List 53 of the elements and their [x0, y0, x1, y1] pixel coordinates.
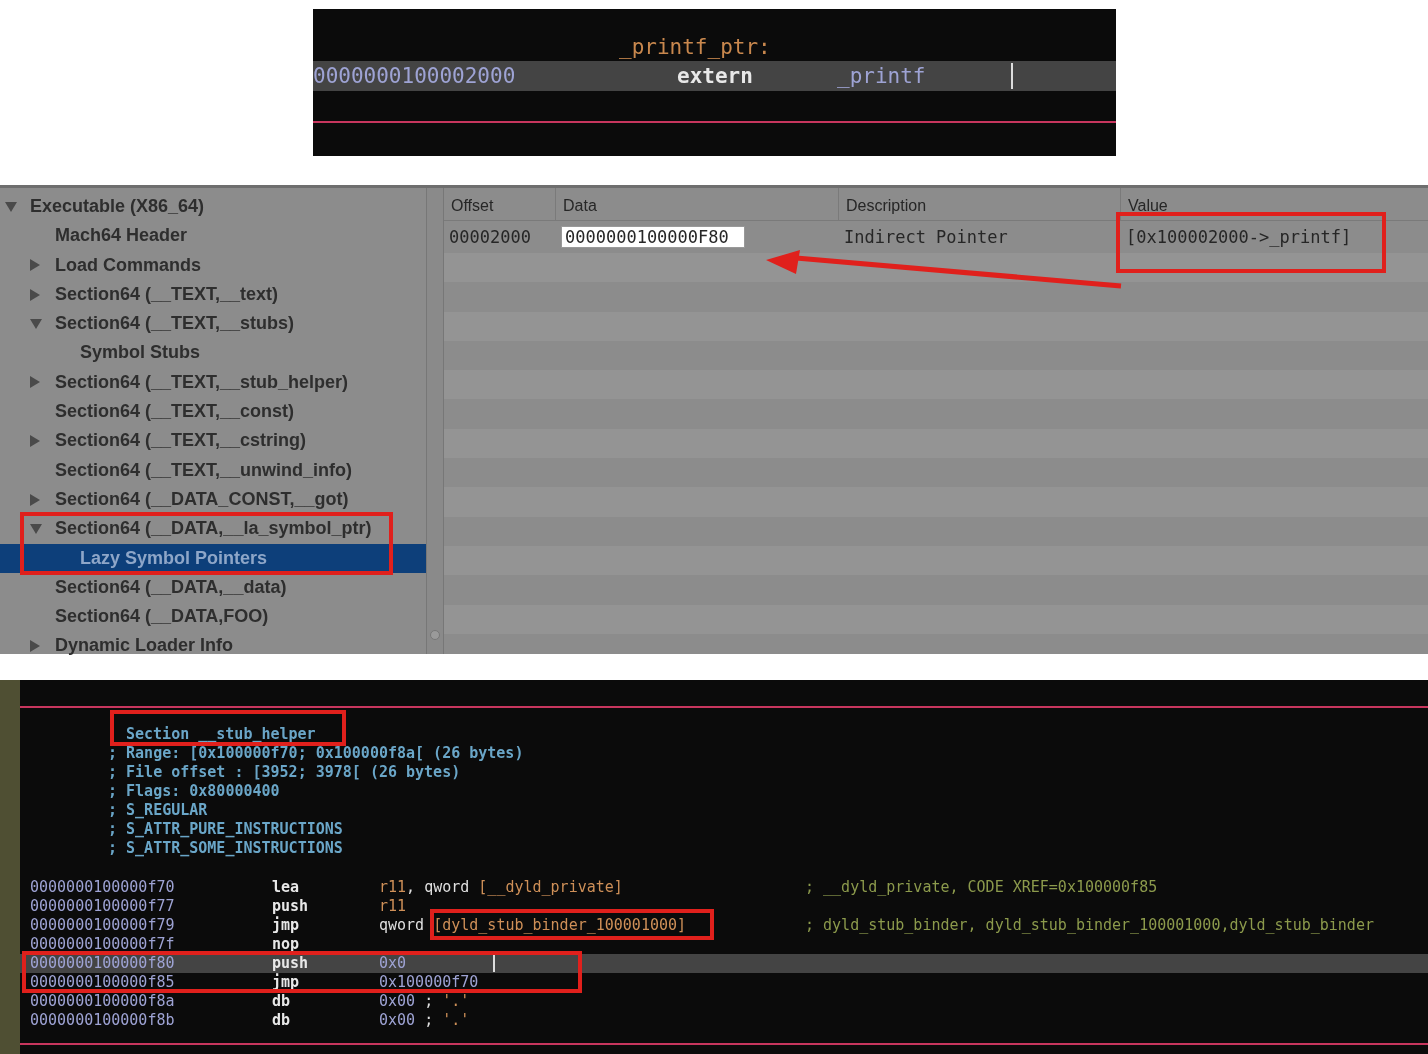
- tree-item[interactable]: Section64 (__TEXT,__unwind_info): [0, 455, 426, 485]
- section-comment: ; Range: [0x100000f70; 0x100000f8a[ (26 bytes): [108, 744, 524, 763]
- tree-item[interactable]: Dynamic Loader Info: [0, 631, 426, 661]
- tree-item[interactable]: Section64 (__DATA_CONST,__got): [0, 484, 426, 515]
- tree-item[interactable]: Symbol Stubs: [0, 338, 426, 368]
- table-cell: 00002000: [449, 227, 531, 247]
- text-cursor: [493, 955, 495, 972]
- section-comment: ; File offset : [3952; 3978[ (26 bytes): [108, 763, 461, 782]
- data-field[interactable]: 0000000100000F80: [561, 226, 745, 248]
- listing-row[interactable]: 0000000100000f77 push r11: [20, 897, 1428, 916]
- column-header[interactable]: Data: [556, 188, 839, 220]
- collapsed-triangle-icon[interactable]: [30, 493, 40, 506]
- tree-item[interactable]: Section64 (__TEXT,__cstring): [0, 426, 426, 456]
- section-comment: ; S_ATTR_PURE_INSTRUCTIONS: [108, 820, 343, 839]
- expanded-triangle-icon[interactable]: [5, 201, 17, 212]
- tree-item[interactable]: Executable (X86_64): [0, 192, 426, 222]
- collapsed-triangle-icon[interactable]: [30, 640, 40, 653]
- expanded-triangle-icon[interactable]: [30, 318, 42, 329]
- tree-item[interactable]: Section64 (__TEXT,__stub_helper): [0, 367, 426, 398]
- listing-row[interactable]: 0000000100000f79 jmp qword [dyld_stub_binder_100001000] ; dyld_stub_binder, dyld_stub_binder_100001000,dyld_stub_binder: [20, 916, 1428, 935]
- column-header[interactable]: Value: [1121, 188, 1428, 220]
- tree-item[interactable]: Section64 (__TEXT,__const): [0, 397, 426, 427]
- column-header[interactable]: Offset: [444, 188, 556, 220]
- symbol-label: _printf_ptr:: [618, 34, 772, 61]
- section-comment: ; S_REGULAR: [108, 801, 208, 820]
- listing-row[interactable]: 0000000100000f8b db 0x00 ; '.': [20, 1011, 1428, 1030]
- tree-item[interactable]: Lazy Symbol Pointers: [0, 543, 426, 573]
- tree-item[interactable]: Section64 (__DATA,__la_symbol_ptr): [0, 514, 426, 544]
- listing-row[interactable]: 0000000100002000 extern _printf: [313, 61, 1116, 91]
- collapsed-triangle-icon[interactable]: [30, 435, 40, 447]
- splitter-handle[interactable]: [430, 630, 440, 640]
- tree-item[interactable]: Mach64 Header: [0, 221, 426, 251]
- listing-row[interactable]: 0000000100000f85 jmp 0x100000f70: [20, 973, 1428, 992]
- column-header[interactable]: Description: [839, 188, 1121, 220]
- tree-item[interactable]: Section64 (__TEXT,__text): [0, 279, 426, 310]
- tree-item[interactable]: Section64 (__TEXT,__stubs): [0, 309, 426, 339]
- collapsed-triangle-icon[interactable]: [30, 259, 40, 272]
- collapsed-triangle-icon[interactable]: [30, 288, 40, 301]
- collapsed-triangle-icon[interactable]: [30, 376, 40, 389]
- section-comment: ; S_ATTR_SOME_INSTRUCTIONS: [108, 839, 343, 858]
- tree-item[interactable]: Section64 (__DATA,__data): [0, 572, 426, 603]
- listing-row[interactable]: 0000000100000f70 lea r11, qword [__dyld_private] ; __dyld_private, CODE XREF=0x100000f85: [20, 878, 1428, 897]
- listing-row[interactable]: 0000000100000f80 push 0x0: [20, 954, 1428, 973]
- text-cursor: [1011, 63, 1013, 89]
- section-comment: Section __stub_helper: [125, 725, 316, 744]
- table-cell: Indirect Pointer: [844, 227, 1008, 247]
- listing-row[interactable]: 0000000100000f8a db 0x00 ; '.': [20, 992, 1428, 1011]
- listing-row[interactable]: 0000000100000f7f nop: [20, 935, 1428, 954]
- table-cell: [0x100002000->_printf]: [1126, 227, 1352, 247]
- section-comment: ; Flags: 0x80000400: [108, 782, 280, 801]
- expanded-triangle-icon[interactable]: [30, 523, 42, 534]
- tree-item[interactable]: Section64 (__DATA,FOO): [0, 602, 426, 632]
- tree-item[interactable]: Load Commands: [0, 250, 426, 280]
